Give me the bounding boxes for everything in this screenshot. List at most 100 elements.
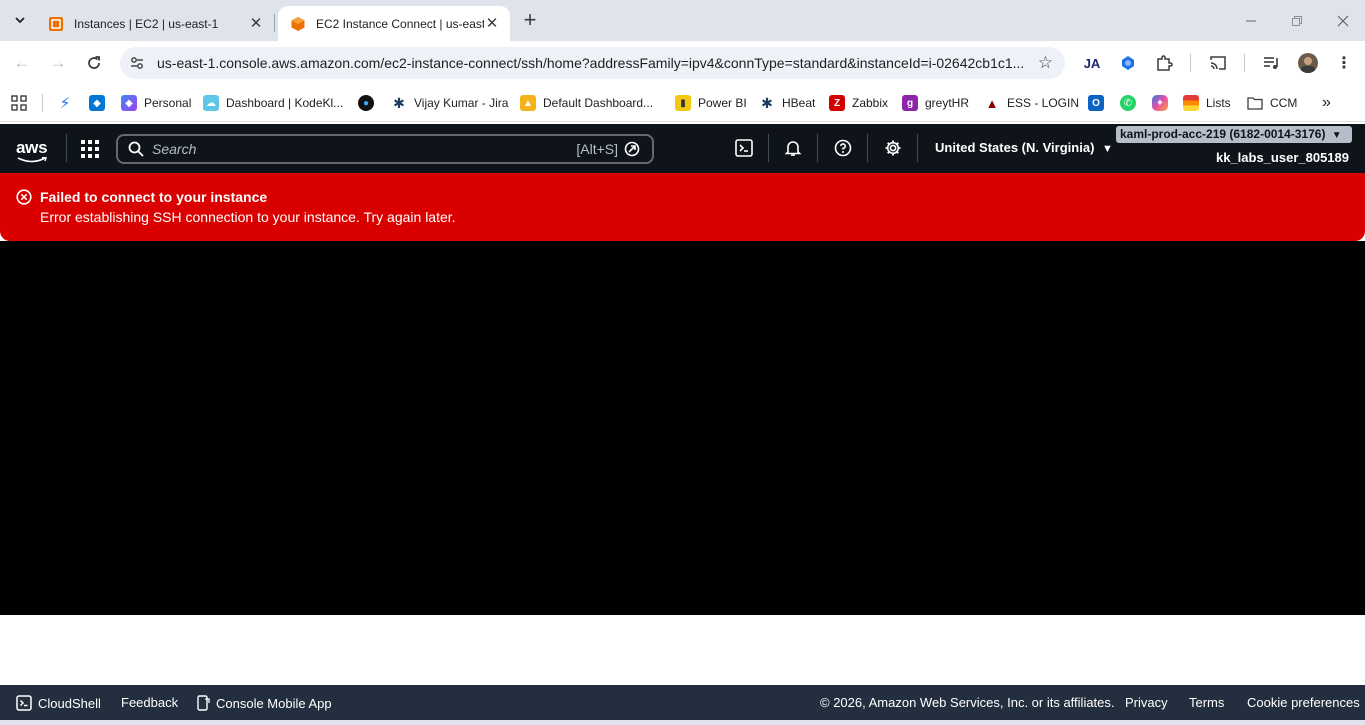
- bookmark-outlook[interactable]: O: [1088, 92, 1111, 114]
- bookmark-eye[interactable]: ●: [358, 92, 381, 114]
- bookmark-personal[interactable]: ◆ Personal: [121, 92, 191, 114]
- dashboard-icon: ▲: [520, 95, 536, 111]
- browser-menu-icon[interactable]: ⋮: [1334, 53, 1354, 73]
- settings-gear-icon[interactable]: [883, 138, 903, 158]
- search-icon: [128, 141, 144, 157]
- jira-icon: ✱: [393, 94, 405, 111]
- toolbar-divider: [1190, 54, 1191, 72]
- close-window-icon[interactable]: [1320, 8, 1365, 34]
- hbeat-icon: ✱: [761, 94, 773, 111]
- folder-icon: [1247, 95, 1263, 111]
- kodekloud-icon: ☁: [203, 95, 219, 111]
- profile-avatar[interactable]: [1298, 53, 1318, 73]
- bookmark-power-bi[interactable]: ▮ Power BI: [675, 92, 747, 114]
- close-tab-icon[interactable]: ✕: [248, 15, 264, 32]
- bookmark-ess-login[interactable]: ▲ ESS - LOGIN: [984, 92, 1079, 114]
- cloudshell-icon[interactable]: [734, 138, 754, 158]
- error-circle-icon: [16, 189, 32, 205]
- cloudshell-icon: [16, 695, 32, 711]
- apps-grid-icon[interactable]: [11, 92, 27, 114]
- mobile-app-label: Console Mobile App: [216, 695, 332, 711]
- console-footer: CloudShell Feedback Console Mobile App ©…: [0, 685, 1365, 720]
- toolbar-divider: [1244, 54, 1245, 72]
- tab-ec2-instance-connect[interactable]: EC2 Instance Connect | us-east-1 ✕: [278, 6, 510, 41]
- nav-divider: [817, 134, 818, 162]
- help-icon[interactable]: [833, 138, 853, 158]
- media-controls-icon[interactable]: [1262, 53, 1282, 73]
- forward-icon[interactable]: →: [45, 50, 71, 76]
- minimize-icon[interactable]: [1228, 8, 1274, 34]
- copilot-icon: ✦: [1152, 95, 1168, 111]
- aws-search-input[interactable]: Search [Alt+S]: [116, 134, 654, 164]
- cloudshell-link[interactable]: CloudShell: [16, 695, 101, 711]
- bookmark-greythr[interactable]: g greytHR: [902, 92, 969, 114]
- bookmark-ccm[interactable]: CCM: [1247, 92, 1297, 114]
- ssh-terminal[interactable]: [0, 241, 1365, 615]
- bookmarks-bar: ⚡ ◆ ◆ Personal ☁ Dashboard | KodeKl... ●…: [0, 85, 1365, 122]
- console-mobile-app-link[interactable]: Console Mobile App: [197, 695, 332, 711]
- feedback-link[interactable]: Feedback: [121, 695, 178, 710]
- caret-down-icon: ▼: [1102, 143, 1113, 155]
- back-icon[interactable]: ←: [9, 50, 35, 76]
- personal-icon: ◆: [121, 95, 137, 111]
- bookmark-bolt[interactable]: ⚡: [57, 92, 80, 114]
- reload-icon[interactable]: [81, 50, 107, 76]
- bookmark-label: Dashboard | KodeKl...: [226, 96, 344, 110]
- greythr-icon: g: [902, 95, 918, 111]
- bookmark-label: Default Dashboard...: [543, 96, 654, 110]
- error-flashbar: Failed to connect to your instance Error…: [0, 173, 1365, 241]
- search-placeholder: Search: [152, 141, 197, 157]
- bookmark-label: Zabbix: [852, 96, 889, 110]
- bookmark-hbeat[interactable]: ✱ HBeat: [759, 92, 815, 114]
- close-tab-icon[interactable]: ✕: [484, 15, 500, 32]
- address-bar[interactable]: us-east-1.console.aws.amazon.com/ec2-ins…: [120, 47, 1065, 79]
- keyboard-shortcut-icon: [624, 141, 640, 157]
- aws-smile-icon: [17, 157, 47, 163]
- bookmark-kodekloud[interactable]: ☁ Dashboard | KodeKl...: [203, 92, 343, 114]
- site-info-icon[interactable]: [129, 55, 145, 71]
- region-selector[interactable]: United States (N. Virginia) ▼: [935, 140, 1113, 155]
- eye-icon: ●: [358, 95, 374, 111]
- bookmark-whatsapp[interactable]: ✆: [1120, 92, 1143, 114]
- nav-divider: [66, 134, 67, 162]
- aws-logo[interactable]: aws: [16, 138, 48, 163]
- notifications-bell-icon[interactable]: [783, 138, 803, 158]
- aws-ec2-icon: [291, 16, 305, 31]
- new-tab-button[interactable]: +: [518, 9, 542, 33]
- jira-assistant-icon[interactable]: JA: [1082, 53, 1102, 73]
- nav-divider: [768, 134, 769, 162]
- extensions-puzzle-icon[interactable]: [1154, 53, 1174, 73]
- user-name[interactable]: kk_labs_user_805189: [1216, 150, 1349, 165]
- outlook-icon: O: [1088, 95, 1104, 111]
- feedback-label: Feedback: [121, 695, 179, 710]
- error-message: Error establishing SSH connection to you…: [40, 209, 456, 225]
- tab-instances[interactable]: Instances | EC2 | us-east-1 ✕: [36, 6, 274, 41]
- extension-blue-icon[interactable]: [1118, 53, 1138, 73]
- bookmark-copilot[interactable]: ✦: [1152, 92, 1175, 114]
- services-menu-icon[interactable]: [81, 140, 99, 158]
- cast-icon[interactable]: [1208, 53, 1228, 73]
- window-bottom-edge: [0, 720, 1365, 725]
- tab-search-icon[interactable]: [6, 7, 34, 33]
- restore-icon[interactable]: [1274, 8, 1320, 34]
- bookmark-label: HBeat: [782, 96, 816, 110]
- bookmarks-overflow-icon[interactable]: »: [1322, 92, 1331, 114]
- bookmark-jira[interactable]: ✱ Vijay Kumar - Jira: [391, 92, 508, 114]
- bookmark-label: Personal: [144, 96, 192, 110]
- bookmark-azure-devops[interactable]: ◆: [89, 92, 112, 114]
- account-menu[interactable]: kaml-prod-acc-219 (6182-0014-3176) ▼: [1116, 126, 1352, 143]
- bookmark-label: Vijay Kumar - Jira: [414, 96, 509, 110]
- bookmark-star-icon[interactable]: ☆: [1038, 53, 1053, 73]
- bookmark-default-dashboard[interactable]: ▲ Default Dashboard...: [520, 92, 653, 114]
- account-label: kaml-prod-acc-219 (6182-0014-3176): [1120, 127, 1326, 141]
- bookmark-lists[interactable]: Lists: [1183, 92, 1231, 114]
- ess-icon: ▲: [985, 95, 999, 111]
- cookie-preferences-link[interactable]: Cookie preferences: [1247, 695, 1360, 710]
- terms-link[interactable]: Terms: [1189, 695, 1224, 710]
- privacy-link[interactable]: Privacy: [1125, 695, 1168, 710]
- bookmark-zabbix[interactable]: Z Zabbix: [829, 92, 888, 114]
- whatsapp-icon: ✆: [1120, 95, 1136, 111]
- cloudshell-label: CloudShell: [38, 695, 101, 711]
- bookmark-label: Power BI: [698, 96, 747, 110]
- error-title: Failed to connect to your instance: [40, 189, 268, 205]
